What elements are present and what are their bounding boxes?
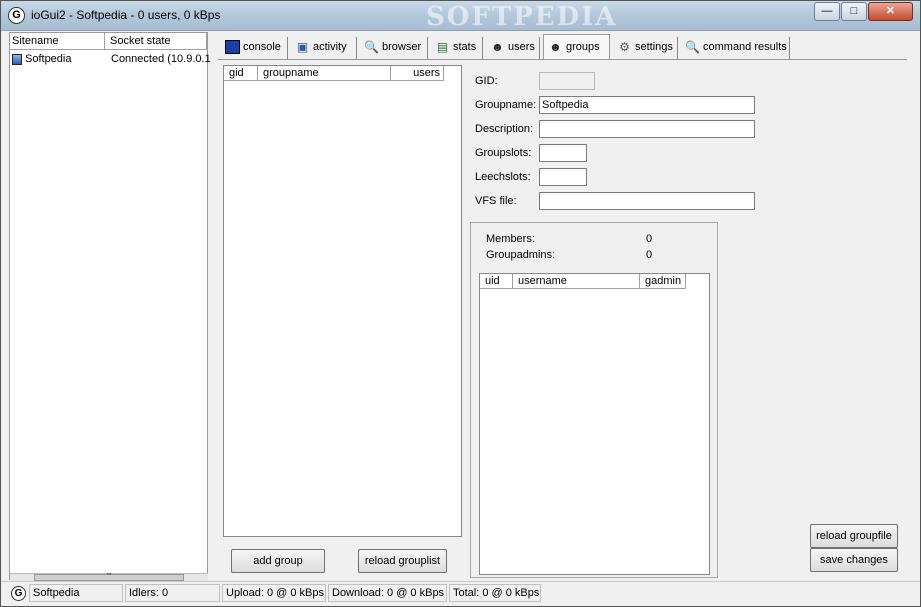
tab-label: settings: [635, 41, 673, 53]
tab-browser[interactable]: 🔍 browser: [360, 37, 428, 59]
tab-stats[interactable]: ▤ stats: [431, 37, 483, 59]
description-field[interactable]: [539, 120, 755, 138]
command-results-icon: 🔍: [685, 40, 700, 54]
title-bar[interactable]: G ioGui2 - Softpedia - 0 users, 0 kBps S…: [1, 1, 920, 32]
reload-grouplist-button[interactable]: reload grouplist: [358, 549, 447, 573]
groups-icon: ☻: [549, 40, 562, 54]
site-state: Connected (10.9.0.1: [111, 53, 211, 65]
minimize-button[interactable]: —: [814, 2, 840, 21]
status-upload: Upload: 0 @ 0 kBps: [222, 584, 326, 602]
members-label: Members:: [486, 233, 535, 245]
gid-field: [539, 72, 595, 90]
activity-icon: ▣: [296, 40, 309, 54]
tab-activity[interactable]: ▣ activity: [291, 37, 357, 59]
members-list[interactable]: uid username gadmin: [479, 273, 710, 575]
username-column-header[interactable]: username: [513, 274, 640, 289]
members-count: 0: [646, 233, 653, 245]
gid-column-header[interactable]: gid: [224, 66, 258, 81]
groupslots-field[interactable]: [539, 144, 587, 162]
groupname-label: Groupname:: [475, 99, 537, 111]
maximize-button[interactable]: □: [841, 2, 867, 21]
tab-label: users: [508, 41, 535, 53]
status-download: Download: 0 @ 0 kBps: [328, 584, 447, 602]
app-window: G ioGui2 - Softpedia - 0 users, 0 kBps S…: [0, 0, 921, 607]
uid-column-header[interactable]: uid: [480, 274, 513, 289]
window-title: ioGui2 - Softpedia - 0 users, 0 kBps: [31, 8, 221, 22]
groupslots-label: Groupslots:: [475, 147, 532, 159]
settings-icon: ⚙: [619, 40, 630, 54]
users-icon: ☻: [491, 40, 504, 54]
tab-label: stats: [453, 41, 477, 53]
tab-settings[interactable]: ⚙ settings: [613, 37, 678, 59]
save-changes-button[interactable]: save changes: [810, 548, 898, 572]
site-list: Sitename Socket state Softpedia Connecte…: [9, 32, 211, 580]
site-name: Softpedia: [25, 53, 72, 65]
stats-icon: ▤: [436, 40, 449, 54]
site-row[interactable]: Softpedia Connected (10.9.0.1: [10, 52, 211, 68]
console-icon: [225, 40, 240, 54]
add-group-button[interactable]: add group: [231, 549, 325, 573]
tab-console[interactable]: console: [221, 37, 288, 59]
description-label: Description:: [475, 123, 534, 135]
right-edge-scrollbar[interactable]: [907, 32, 920, 580]
close-button[interactable]: ✕: [868, 2, 913, 21]
vfs-file-field[interactable]: [539, 192, 755, 210]
tab-label: command results: [703, 41, 787, 53]
scroll-thumb[interactable]: ''': [34, 573, 184, 581]
tab-label: activity: [313, 41, 347, 53]
status-idlers: Idlers: 0: [125, 584, 220, 602]
leechslots-field[interactable]: [539, 168, 587, 186]
tab-users[interactable]: ☻ users: [486, 37, 540, 59]
app-logo-icon: G: [8, 7, 25, 24]
tab-groups[interactable]: ☻ groups: [543, 34, 610, 59]
site-list-horizontal-scrollbar[interactable]: ''': [10, 573, 208, 581]
status-bar: G Softpedia Idlers: 0 Upload: 0 @ 0 kBps…: [1, 581, 920, 606]
users-column-header[interactable]: users: [391, 66, 444, 81]
groups-list[interactable]: gid groupname users: [223, 65, 462, 537]
tab-label: browser: [382, 41, 422, 53]
gid-label: GID:: [475, 75, 498, 87]
tab-label: console: [243, 41, 281, 53]
socket-state-column-header[interactable]: Socket state: [105, 33, 207, 50]
tab-command-results[interactable]: 🔍 command results: [681, 37, 790, 59]
watermark: SOFTPEDIA: [426, 2, 618, 32]
status-total: Total: 0 @ 0 kBps: [449, 584, 541, 602]
browser-icon: 🔍: [364, 40, 379, 54]
site-logo-icon: G: [11, 586, 26, 601]
gadmin-column-header[interactable]: gadmin: [640, 274, 686, 289]
members-groupbox: Members: 0 Groupadmins: 0 uid username g…: [470, 222, 718, 578]
groupadmins-label: Groupadmins:: [486, 249, 556, 261]
status-site: Softpedia: [29, 584, 123, 602]
tab-label: groups: [566, 41, 600, 53]
site-server-icon: [12, 54, 22, 65]
groupname-column-header[interactable]: groupname: [258, 66, 391, 81]
reload-groupfile-button[interactable]: reload groupfile: [810, 524, 898, 548]
leechslots-label: Leechslots:: [475, 171, 531, 183]
sitename-column-header[interactable]: Sitename: [10, 33, 105, 50]
groupadmins-count: 0: [646, 249, 653, 261]
vfs-file-label: VFS file:: [475, 195, 517, 207]
groupname-field[interactable]: [539, 96, 755, 114]
